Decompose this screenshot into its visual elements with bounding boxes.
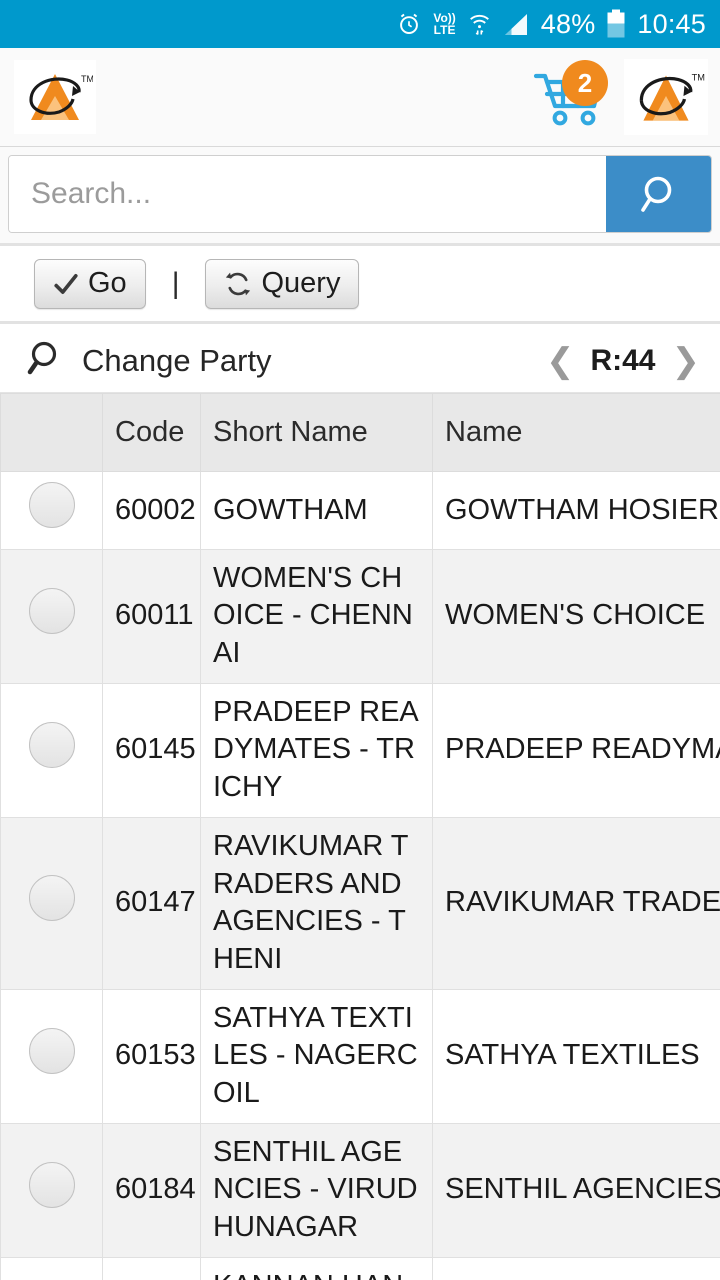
- cell-code: 60002: [102, 471, 201, 550]
- go-button[interactable]: Go: [34, 258, 146, 309]
- header-actions: 2 TM: [530, 59, 708, 135]
- table-header-row: Code Short Name Name: [0, 393, 720, 472]
- app-header: TM 2 TM: [0, 48, 720, 147]
- table-row[interactable]: 60153 SATHYA TEXTILES - NAGERCOIL SATHYA T…: [0, 988, 720, 1124]
- search-icon: [640, 176, 671, 212]
- row-radio-button[interactable]: [28, 482, 75, 528]
- alarm-clock-icon: [396, 11, 422, 37]
- cell-short-name: PRADEEP READYMATES - TRICHY: [200, 682, 433, 818]
- wifi-icon: [467, 11, 492, 37]
- row-radio-button[interactable]: [28, 874, 75, 921]
- record-count-label: R:44: [590, 343, 656, 377]
- cell-short-name: WOMEN'S CHOICE - CHENNAI: [200, 548, 433, 684]
- chevron-left-icon[interactable]: ❮: [546, 344, 575, 378]
- cell-name: SATHYA TEXTILES: [432, 988, 720, 1124]
- row-radio-button[interactable]: [28, 1027, 75, 1074]
- app-logo[interactable]: TM: [14, 60, 96, 134]
- status-bar: Vo)) LTE 48% 10:45: [0, 0, 720, 48]
- cell-short-name: GOWTHAM: [200, 471, 433, 550]
- record-nav: ❮ R:44 ❯: [546, 344, 700, 378]
- search-button[interactable]: [606, 156, 711, 232]
- brand-logo[interactable]: TM: [624, 59, 708, 135]
- cell-short-name: RAVIKUMAR TRADERS AND AGENCIES - THENI: [200, 816, 433, 990]
- battery-percent-label: 48%: [540, 8, 596, 39]
- row-select-cell[interactable]: [0, 988, 103, 1124]
- magnifier-icon: [24, 337, 66, 384]
- cell-code: 60145: [102, 682, 201, 818]
- cell-short-name: SENTHIL AGENCIES - VIRUDHUNAGAR: [200, 1122, 433, 1258]
- volte-bottom-label: LTE: [433, 23, 456, 37]
- table-row[interactable]: 60002 GOWTHAM GOWTHAM HOSIERIE: [0, 471, 720, 550]
- cell-short-name: SATHYA TEXTILES - NAGERCOIL: [200, 988, 433, 1124]
- column-header-code: Code: [102, 393, 201, 472]
- cell-name: KANNAN HANDLOOM: [432, 1256, 720, 1280]
- refresh-icon: [226, 272, 251, 295]
- clock-label: 10:45: [637, 8, 706, 39]
- cell-name: WOMEN'S CHOICE: [432, 548, 720, 684]
- cell-code: 60147: [102, 816, 201, 990]
- column-header-name: Name: [432, 393, 720, 472]
- table-row[interactable]: 60192KANNAN HANDLOOMS AND READYMATES - T…: [0, 1256, 720, 1280]
- search-bar: [8, 155, 712, 233]
- search-zone: [0, 147, 720, 246]
- row-radio-button[interactable]: [28, 721, 75, 768]
- cart-button[interactable]: 2: [530, 60, 612, 134]
- cart-badge: 2: [562, 60, 608, 106]
- cell-name: PRADEEP READYMAT: [432, 682, 720, 818]
- status-icons: Vo)) LTE 48% 10:45: [396, 9, 706, 40]
- battery-icon: [606, 9, 626, 39]
- party-table: Code Short Name Name 60002 GOWTHAM GOWTHAM…: [0, 393, 720, 1280]
- cell-short-name: KANNAN HANDLOOMS AND READYMATES - TIRUVA…: [200, 1256, 433, 1280]
- party-table-wrap: Code Short Name Name 60002 GOWTHAM GOWTHAM…: [0, 393, 720, 1280]
- signal-bars-icon: [503, 11, 530, 37]
- svg-text:TM: TM: [692, 73, 705, 83]
- cell-code: 60153: [102, 988, 201, 1124]
- svg-text:TM: TM: [81, 74, 93, 84]
- table-row[interactable]: 60145 PRADEEP READYMATES - TRICHY PRADEEP …: [0, 682, 720, 818]
- row-radio-button[interactable]: [28, 587, 75, 634]
- cell-name: RAVIKUMAR TRADERS: [432, 816, 720, 990]
- cell-code: 60184: [102, 1122, 201, 1258]
- row-select-cell[interactable]: [0, 1256, 103, 1280]
- column-header-short-name: Short Name: [200, 393, 433, 472]
- go-button-label: Go: [88, 267, 127, 299]
- cell-code: 60011: [102, 548, 201, 684]
- action-separator: |: [171, 266, 180, 300]
- cell-code: 60192: [102, 1256, 201, 1280]
- cell-name: GOWTHAM HOSIERIE: [432, 471, 720, 550]
- column-header-select: [0, 393, 103, 472]
- table-body: 60002 GOWTHAM GOWTHAM HOSIERIE 60011 WOMEN'S…: [0, 471, 720, 1280]
- row-select-cell[interactable]: [0, 548, 103, 684]
- row-select-cell[interactable]: [0, 471, 103, 550]
- table-row[interactable]: 60184 SENTHIL AGENCIES - VIRUDHUNAGAR SENT…: [0, 1122, 720, 1258]
- row-select-cell[interactable]: [0, 816, 103, 990]
- row-select-cell[interactable]: [0, 1122, 103, 1258]
- query-button[interactable]: Query: [205, 258, 360, 309]
- check-icon: [54, 273, 78, 294]
- volte-icon: Vo)) LTE: [433, 12, 455, 36]
- query-button-label: Query: [261, 267, 341, 299]
- action-bar: Go | Query: [0, 246, 720, 324]
- page-title: Change Party: [82, 342, 272, 378]
- row-select-cell[interactable]: [0, 682, 103, 818]
- chevron-right-icon[interactable]: ❯: [672, 344, 701, 378]
- table-row[interactable]: 60147 RAVIKUMAR TRADERS AND AGENCIES - TH…: [0, 816, 720, 990]
- cell-name: SENTHIL AGENCIES: [432, 1122, 720, 1258]
- search-input[interactable]: [9, 156, 606, 232]
- change-party-bar: Change Party ❮ R:44 ❯: [0, 329, 720, 393]
- table-row[interactable]: 60011 WOMEN'S CHOICE - CHENNAI WOMEN'S CHO…: [0, 548, 720, 684]
- row-radio-button[interactable]: [28, 1161, 75, 1208]
